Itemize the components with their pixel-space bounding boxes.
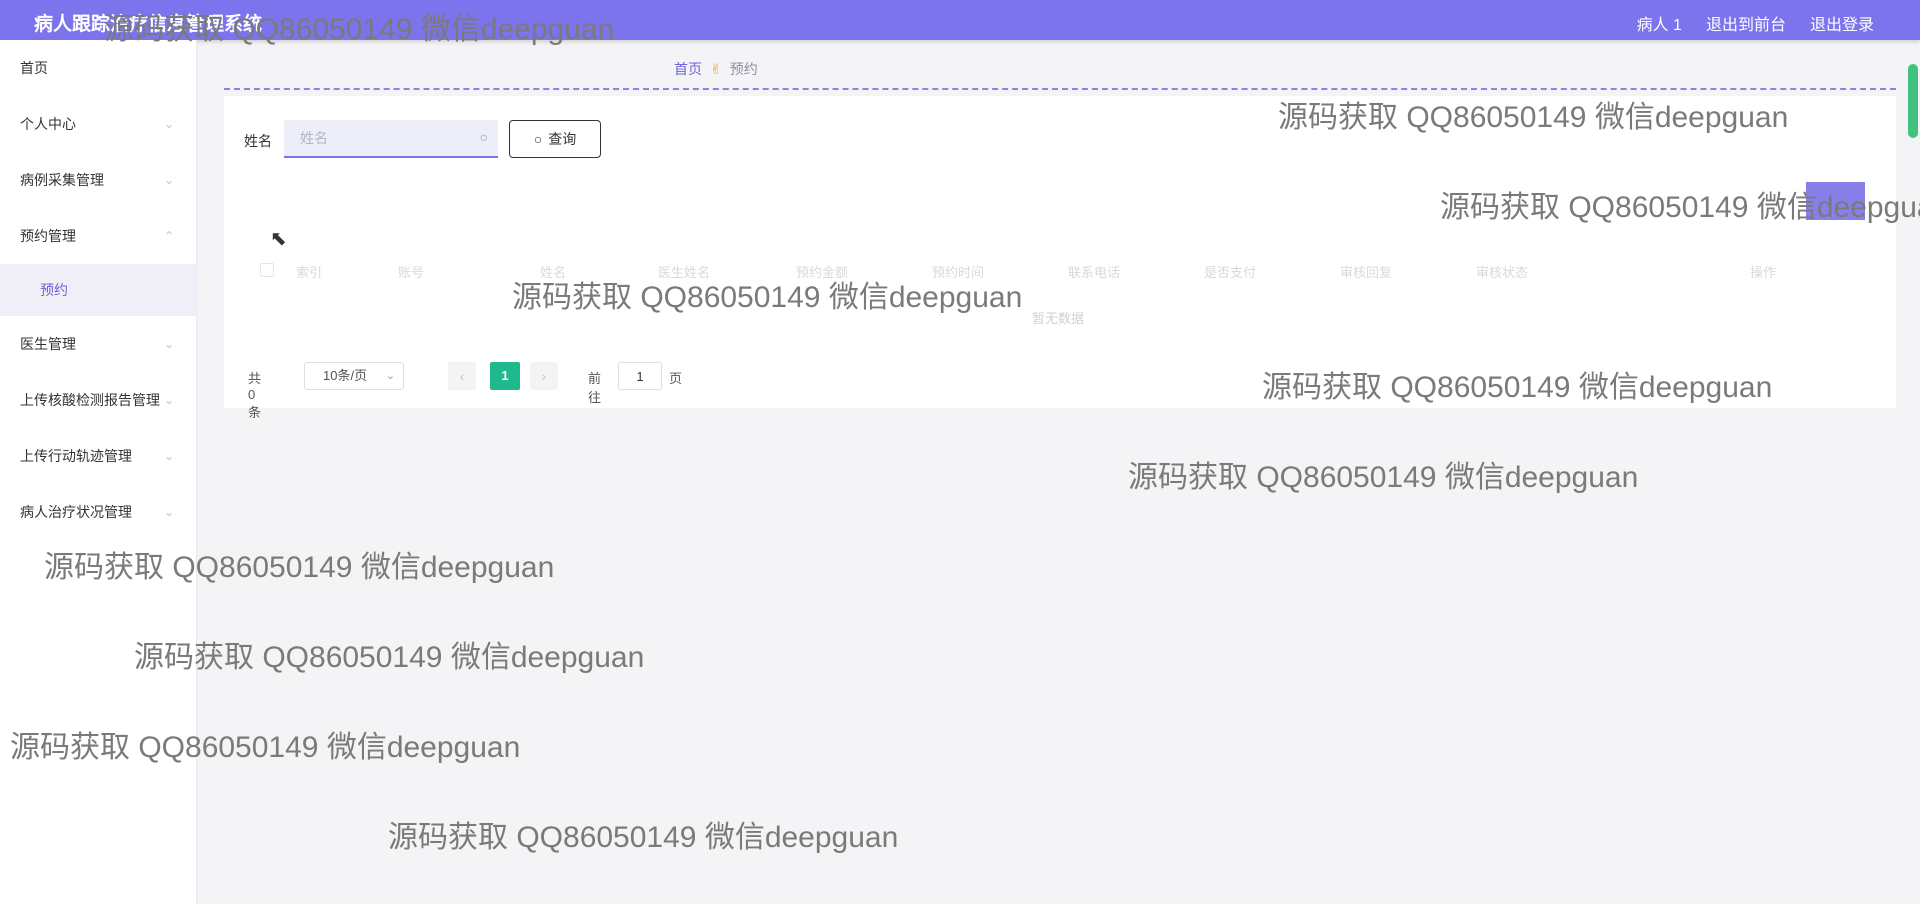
column-header: 账号 — [398, 265, 425, 280]
page-size-value: 10条/页 — [323, 368, 368, 383]
query-button[interactable]: ○ 查询 — [509, 120, 601, 158]
search-icon: ○ — [533, 131, 543, 147]
column-header: 医生姓名 — [658, 265, 711, 280]
sidebar-item-label: 上传行动轨迹管理 — [20, 448, 132, 464]
chevron-left-icon: ‹ — [459, 368, 465, 384]
column-header: 索引 — [296, 265, 323, 280]
breadcrumb: 首页 ✌ 预约 — [674, 59, 758, 79]
sidebar-item-appointment-management[interactable]: 预约管理 ⌃ — [0, 208, 196, 264]
divider — [224, 88, 1896, 90]
sidebar-item-doctor-management[interactable]: 医生管理 ⌄ — [0, 316, 196, 372]
sidebar-item-label: 上传核酸检测报告管理 — [20, 392, 160, 408]
chevron-down-icon: ⌄ — [163, 337, 174, 351]
search-icon: ○ — [479, 129, 488, 145]
hand-icon: ✌ — [710, 60, 722, 77]
chevron-down-icon: ⌄ — [163, 505, 174, 519]
exit-to-front-link[interactable]: 退出到前台 — [1706, 11, 1786, 35]
chevron-down-icon: ⌄ — [163, 449, 174, 463]
watermark: 源码获取 QQ86050149 微信deepguan — [134, 641, 645, 674]
column-header: 预约金额 — [796, 265, 849, 280]
query-button-label: 查询 — [548, 131, 577, 147]
sidebar-item-label: 预约管理 — [20, 228, 76, 244]
sidebar: 首页 个人中心 ⌄ 病例采集管理 ⌄ 预约管理 ⌃ 预约 医生管理 ⌄ 上传核酸… — [0, 40, 197, 904]
page-size-select[interactable]: 10条/页 ⌄ — [304, 362, 404, 390]
main-panel: 姓名 ○ ○ 查询 索引 账号 姓名 医生姓名 预约金额 预约时间 联系电话 是… — [224, 96, 1896, 420]
sidebar-item-case-collection[interactable]: 病例采集管理 ⌄ — [0, 152, 196, 208]
chevron-right-icon: › — [541, 368, 547, 384]
search-label: 姓名 — [244, 133, 272, 149]
text-selection-highlight — [1806, 182, 1865, 220]
sidebar-item-label: 医生管理 — [20, 336, 76, 352]
sidebar-item-treatment-status[interactable]: 病人治疗状况管理 ⌄ — [0, 484, 196, 540]
chevron-down-icon: ⌄ — [163, 393, 174, 407]
watermark: 源码获取 QQ86050149 微信deepguan — [1128, 461, 1639, 494]
top-links: 病人 1 退出到前台 退出登录 — [1637, 11, 1874, 35]
watermark: 源码获取 QQ86050149 微信deepguan — [388, 821, 899, 854]
chevron-down-icon: ⌄ — [385, 370, 395, 382]
column-header: 是否支付 — [1204, 265, 1257, 280]
chevron-up-icon: ⌃ — [163, 229, 174, 243]
breadcrumb-current: 预约 — [729, 61, 758, 77]
next-page-button[interactable]: › — [530, 362, 558, 390]
sidebar-item-label: 病人治疗状况管理 — [20, 504, 132, 520]
chevron-down-icon: ⌄ — [163, 117, 174, 131]
sidebar-item-nucleic-report[interactable]: 上传核酸检测报告管理 ⌄ — [0, 372, 196, 428]
column-header: 审核回复 — [1340, 265, 1393, 280]
logout-link[interactable]: 退出登录 — [1810, 11, 1874, 35]
column-header: 联系电话 — [1068, 265, 1121, 280]
search-field: ○ — [284, 120, 498, 158]
total-count: 共 0 条 — [248, 371, 262, 420]
breadcrumb-home[interactable]: 首页 — [674, 59, 702, 79]
column-header: 审核状态 — [1476, 265, 1529, 280]
prev-page-button[interactable]: ‹ — [448, 362, 476, 390]
chevron-down-icon: ⌄ — [163, 173, 174, 187]
sidebar-item-label: 病例采集管理 — [20, 172, 104, 188]
column-header: 姓名 — [540, 265, 567, 280]
sidebar-item-label: 个人中心 — [20, 116, 76, 132]
sidebar-item-home[interactable]: 首页 — [0, 40, 196, 96]
column-header: 操作 — [1750, 265, 1777, 280]
scrollbar[interactable] — [1908, 64, 1918, 138]
table-header: 索引 账号 姓名 医生姓名 预约金额 预约时间 联系电话 是否支付 审核回复 审… — [260, 256, 1880, 284]
select-all-checkbox[interactable] — [260, 263, 274, 277]
page-unit-label: 页 — [669, 371, 683, 386]
goto-page-input[interactable] — [618, 362, 662, 390]
sidebar-item-movement-track[interactable]: 上传行动轨迹管理 ⌄ — [0, 428, 196, 484]
sidebar-item-personal-center[interactable]: 个人中心 ⌄ — [0, 96, 196, 152]
column-header: 预约时间 — [932, 265, 985, 280]
page-number[interactable]: 1 — [490, 362, 520, 390]
app-title: 病人跟踪治疗信息管理系统 — [34, 14, 263, 35]
sidebar-item-appointment[interactable]: 预约 — [0, 264, 196, 316]
name-search-input[interactable] — [298, 120, 472, 156]
user-link[interactable]: 病人 1 — [1637, 11, 1682, 35]
sidebar-item-label: 首页 — [20, 60, 48, 76]
top-bar: 病人跟踪治疗信息管理系统 病人 1 退出到前台 退出登录 — [0, 0, 1920, 40]
sidebar-item-label: 预约 — [40, 282, 68, 298]
mouse-cursor-icon: ⬉ — [270, 228, 287, 250]
empty-state: 暂无数据 — [1032, 311, 1085, 326]
goto-label: 前往 — [588, 371, 602, 405]
